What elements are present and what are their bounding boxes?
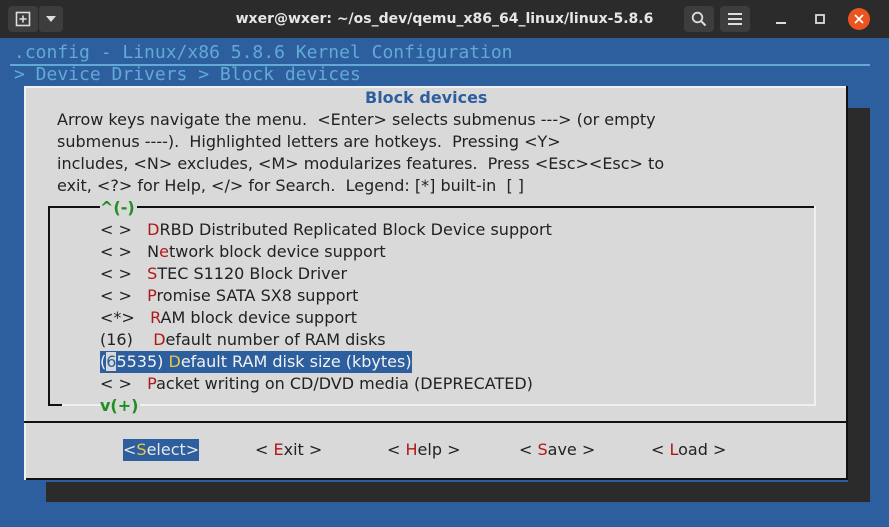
item-value: (16)	[100, 330, 133, 349]
item-label: twork block device support	[168, 242, 386, 261]
help-line-3: includes, <N> excludes, <M> modularizes …	[57, 154, 665, 173]
menu-frame-bottom	[48, 404, 62, 406]
item-state: < >	[100, 242, 132, 261]
item-label: acket writing on CD/DVD media (DEPRECATE…	[156, 374, 533, 393]
menu-item-network-block-device[interactable]: < > Network block device support	[100, 241, 386, 263]
item-state: < >	[100, 374, 132, 393]
help-line-2: submenus ----). Highlighted letters are …	[57, 132, 561, 151]
text-cursor: 6	[106, 352, 117, 371]
hamburger-menu-icon	[728, 13, 742, 25]
item-label: TEC S1120 Block Driver	[157, 264, 348, 283]
dialog-title: Block devices	[365, 88, 488, 107]
menu-frame-left	[48, 206, 50, 406]
minimize-button[interactable]	[773, 11, 789, 27]
help-line-1: Arrow keys navigate the menu. <Enter> se…	[57, 110, 656, 129]
close-icon	[854, 14, 864, 24]
config-title-line: .config - Linux/x86 5.8.6 Kernel Configu…	[14, 42, 513, 63]
menu-frame-bottom-light	[62, 404, 816, 406]
menu-item-packet-writing[interactable]: < > Packet writing on CD/DVD media (DEPR…	[100, 373, 533, 395]
menu-item-stec-s1120[interactable]: < > STEC S1120 Block Driver	[100, 263, 347, 285]
exit-button[interactable]: < Exit >	[255, 439, 322, 461]
menu-item-ram-disk-size-selected[interactable]: (65535) Default RAM disk size (kbytes)	[100, 351, 412, 373]
menu-frame-top	[48, 206, 816, 208]
close-button[interactable]	[848, 8, 870, 30]
breadcrumb: > Device Drivers > Block devices	[14, 64, 361, 85]
scroll-down-indicator[interactable]: v(+)	[100, 395, 141, 417]
select-button[interactable]: <Select>	[123, 439, 200, 461]
maximize-button[interactable]	[812, 11, 828, 27]
dialog-shadow-right	[848, 108, 870, 502]
item-hotkey: R	[150, 308, 161, 327]
item-hotkey: P	[147, 374, 157, 393]
menu-item-promise-sata-sx8[interactable]: < > Promise SATA SX8 support	[100, 285, 358, 307]
menu-item-ram-block-device[interactable]: <*> RAM block device support	[100, 307, 357, 329]
item-label: efault RAM disk size (kbytes)	[180, 352, 412, 371]
item-label: romise SATA SX8 support	[156, 286, 359, 305]
item-hotkey: D	[168, 352, 181, 371]
load-button[interactable]: < Load >	[651, 439, 726, 461]
menu-frame-right	[814, 206, 816, 406]
button-row-divider	[24, 421, 848, 423]
item-hotkey: P	[147, 286, 157, 305]
menu-item-drbd[interactable]: < > DRBD Distributed Replicated Block De…	[100, 219, 552, 241]
maximize-icon	[815, 14, 825, 24]
menu-item-ram-disk-count[interactable]: (16) Default number of RAM disks	[100, 329, 386, 351]
search-button[interactable]	[684, 6, 714, 32]
block-devices-dialog: Block devices Arrow keys navigate the me…	[24, 86, 848, 480]
window-titlebar: wxer@wxer: ~/os_dev/qemu_x86_64_linux/li…	[0, 0, 889, 38]
new-tab-button[interactable]	[8, 6, 38, 32]
item-label: efault number of RAM disks	[165, 330, 386, 349]
search-icon	[691, 11, 707, 27]
window-title: wxer@wxer: ~/os_dev/qemu_x86_64_linux/li…	[235, 11, 654, 27]
chevron-down-icon	[46, 16, 56, 22]
item-hotkey: D	[153, 330, 166, 349]
minimize-icon	[776, 22, 786, 24]
help-line-4: exit, <?> for Help, </> for Search. Lege…	[57, 176, 525, 195]
scroll-up-indicator[interactable]: ^(-)	[100, 197, 137, 219]
item-label: AM block device support	[160, 308, 357, 327]
dialog-bottom-border	[24, 478, 848, 480]
item-state: < >	[100, 220, 132, 239]
terminal-right-edge	[870, 38, 889, 527]
item-state: < >	[100, 286, 132, 305]
item-state: <*>	[100, 308, 135, 327]
item-hotkey: S	[147, 264, 158, 283]
help-button[interactable]: < Help >	[387, 439, 460, 461]
hamburger-menu-button[interactable]	[720, 6, 750, 32]
item-hotkey: e	[159, 242, 169, 261]
tab-dropdown-button[interactable]	[38, 6, 63, 32]
new-tab-icon	[15, 11, 31, 27]
item-hotkey: D	[147, 220, 160, 239]
item-label: RBD Distributed Replicated Block Device …	[159, 220, 552, 239]
save-button[interactable]: < Save >	[519, 439, 595, 461]
dialog-shadow-bottom	[46, 482, 849, 502]
item-state: < >	[100, 264, 132, 283]
